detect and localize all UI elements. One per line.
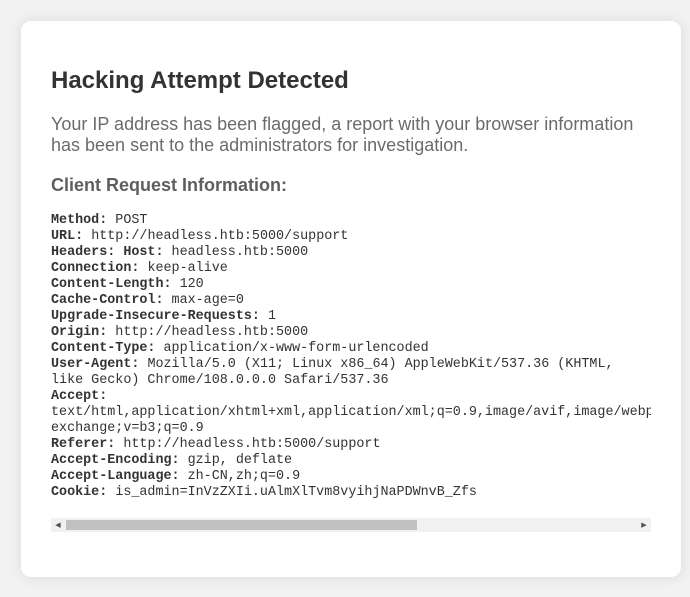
request-header-value: like Gecko) Chrome/108.0.0.0 Safari/537.… (51, 373, 389, 388)
request-header-value: Mozilla/5.0 (X11; Linux x86_64) AppleWeb… (139, 357, 614, 372)
request-header-value: zh-CN,zh;q=0.9 (179, 469, 301, 484)
request-line: Upgrade-Insecure-Requests: 1 (51, 309, 651, 325)
request-header-key: Origin: (51, 325, 108, 340)
request-header-value: headless.htb:5000 (163, 245, 309, 260)
scroll-left-icon[interactable]: ◀ (51, 518, 65, 532)
request-header-key: Cookie: (51, 485, 108, 500)
request-header-key: Connection: (51, 261, 140, 276)
request-line: Accept-Language: zh-CN,zh;q=0.9 (51, 469, 651, 485)
page-title: Hacking Attempt Detected (51, 67, 349, 94)
request-line: Cache-Control: max-age=0 (51, 293, 651, 309)
request-header-value: http://headless.htb:5000/support (83, 229, 349, 244)
request-header-value: keep-alive (139, 261, 228, 276)
request-line: Headers: Host: headless.htb:5000 (51, 245, 651, 261)
request-line: Content-Length: 120 (51, 277, 651, 293)
request-header-value: 120 (171, 277, 204, 292)
request-header-value: max-age=0 (163, 293, 244, 308)
warning-message: Your IP address has been flagged, a repo… (51, 114, 634, 155)
request-header-value: text/html,application/xhtml+xml,applicat… (51, 405, 651, 420)
request-line: Connection: keep-alive (51, 261, 651, 277)
request-header-key: User-Agent: (51, 357, 140, 372)
request-header-key: Accept: (51, 389, 108, 404)
request-header-key: Upgrade-Insecure-Requests: (51, 309, 260, 324)
request-line: Referer: http://headless.htb:5000/suppor… (51, 437, 651, 453)
request-header-value: 1 (259, 309, 277, 324)
request-line: Cookie: is_admin=InVzZXIi.uAlmXlTvm8vyih… (51, 485, 651, 501)
request-header-key: Method: (51, 213, 108, 228)
request-header-key: Headers: Host: (51, 245, 164, 260)
request-line: exchange;v=b3;q=0.9 (51, 421, 651, 437)
request-header-value: http://headless.htb:5000 (107, 325, 309, 340)
request-line: Content-Type: application/x-www-form-url… (51, 341, 651, 357)
request-header-key: Content-Length: (51, 277, 172, 292)
request-header-value: application/x-www-form-urlencoded (155, 341, 429, 356)
request-header-key: URL: (51, 229, 84, 244)
request-header-value: http://headless.htb:5000/support (115, 437, 381, 452)
request-header-key: Accept-Encoding: (51, 453, 180, 468)
request-line: like Gecko) Chrome/108.0.0.0 Safari/537.… (51, 373, 651, 389)
request-header-value: is_admin=InVzZXIi.uAlmXlTvm8vyihjNaPDWnv… (107, 485, 477, 500)
request-header-value: POST (107, 213, 148, 228)
request-header-value: exchange;v=b3;q=0.9 (51, 421, 204, 436)
request-line: Accept: (51, 389, 651, 405)
section-heading: Client Request Information: (51, 175, 288, 195)
request-line: text/html,application/xhtml+xml,applicat… (51, 405, 651, 421)
request-header-key: Cache-Control: (51, 293, 164, 308)
request-line: Method: POST (51, 213, 651, 229)
request-header-value: gzip, deflate (179, 453, 293, 468)
request-line: Origin: http://headless.htb:5000 (51, 325, 651, 341)
scrollbar-thumb[interactable] (66, 520, 417, 530)
request-header-key: Referer: (51, 437, 116, 452)
alert-card: Hacking Attempt Detected Your IP address… (21, 21, 681, 577)
request-line: URL: http://headless.htb:5000/support (51, 229, 651, 245)
scroll-right-icon[interactable]: ▶ (637, 518, 651, 532)
request-info-scroll-area[interactable]: Method: POST URL: http://headless.htb:500… (51, 213, 651, 503)
request-line: User-Agent: Mozilla/5.0 (X11; Linux x86_… (51, 357, 651, 373)
request-header-key: Content-Type: (51, 341, 156, 356)
request-info-block: Method: POST URL: http://headless.htb:500… (51, 213, 651, 501)
request-header-key: Accept-Language: (51, 469, 180, 484)
horizontal-scrollbar[interactable]: ◀ ▶ (51, 518, 651, 532)
request-line: Accept-Encoding: gzip, deflate (51, 453, 651, 469)
